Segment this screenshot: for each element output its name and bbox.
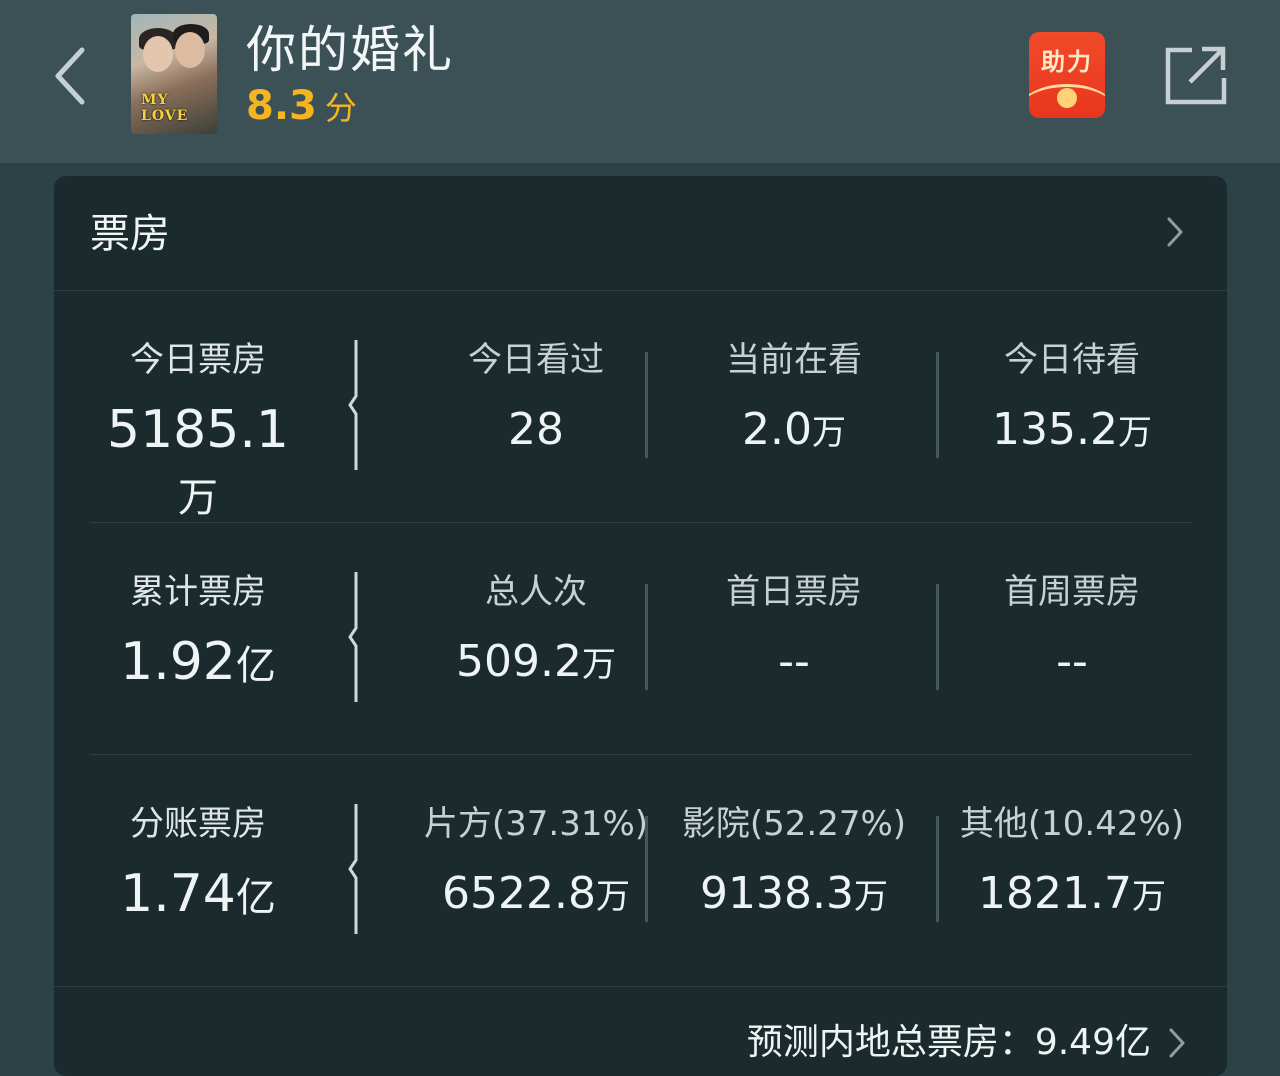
stat-cumulative-box-office: 累计票房 1.92亿: [90, 522, 306, 754]
card-title: 票房: [90, 211, 170, 257]
stat-label: 分账票房: [130, 804, 266, 844]
brace-divider: [348, 804, 358, 934]
boost-button[interactable]: 助力: [1029, 32, 1105, 118]
stat-cinema-share: 影院(52.27%) 9138.3万: [664, 754, 924, 986]
chevron-right-icon: [1167, 217, 1183, 247]
stat-value: 2.0万: [742, 404, 846, 455]
stat-total-admissions: 总人次 509.2万: [408, 522, 664, 754]
box-office-card: 票房 今日票房 5185.1万 今日看过 28 当前在看 2.0万 今日待看 1…: [54, 176, 1227, 1076]
column-divider: [645, 816, 648, 922]
stat-label: 今日看过: [468, 340, 604, 380]
forecast-text: 预测内地总票房：9.49亿: [746, 1022, 1151, 1063]
stat-today-watched: 今日看过 28: [408, 290, 664, 522]
share-button[interactable]: [1164, 44, 1228, 106]
movie-poster[interactable]: MY LOVE: [131, 14, 217, 134]
stat-label: 今日票房: [130, 340, 266, 380]
stat-value: 509.2万: [456, 636, 616, 687]
stat-today-box-office: 今日票房 5185.1万: [90, 290, 306, 522]
brace-divider: [348, 340, 358, 470]
stat-now-watching: 当前在看 2.0万: [664, 290, 924, 522]
poster-title: MY LOVE: [141, 92, 189, 124]
stat-producer-share: 片方(37.31%) 6522.8万: [408, 754, 664, 986]
stat-value: 135.2万: [992, 404, 1152, 455]
chevron-right-icon: [1169, 1028, 1185, 1058]
column-divider: [645, 352, 648, 458]
boost-label: 助力: [1041, 48, 1093, 76]
stat-label: 总人次: [485, 572, 587, 612]
chevron-left-icon: [55, 47, 85, 105]
column-divider: [936, 584, 939, 690]
stat-split-box-office: 分账票房 1.74亿: [90, 754, 306, 986]
share-external-icon: [1165, 46, 1227, 105]
stat-first-day-box-office: 首日票房 --: [664, 522, 924, 754]
stat-label: 片方(37.31%): [423, 804, 649, 844]
stats-row-cumulative: 累计票房 1.92亿 总人次 509.2万 首日票房 -- 首周票房 --: [90, 522, 1192, 755]
stat-label: 累计票房: [130, 572, 266, 612]
stat-value: 1821.7万: [978, 868, 1166, 919]
stat-label: 首日票房: [726, 572, 862, 612]
stat-value: 1.92亿: [120, 632, 276, 692]
brace-divider: [348, 572, 358, 702]
rating-unit: 分: [324, 89, 357, 127]
stats-row-split: 分账票房 1.74亿 片方(37.31%) 6522.8万 影院(52.27%)…: [90, 754, 1192, 986]
stat-today-want-to-watch: 今日待看 135.2万: [952, 290, 1192, 522]
stat-other-share: 其他(10.42%) 1821.7万: [952, 754, 1192, 986]
stat-label: 当前在看: [726, 340, 862, 380]
column-divider: [645, 584, 648, 690]
header-bar: MY LOVE 你的婚礼 8.3 分 助力: [0, 0, 1280, 163]
stat-value: 28: [508, 404, 564, 455]
stat-value: 5185.1万: [107, 400, 289, 521]
stat-value: 9138.3万: [700, 868, 888, 919]
rating-value: 8.3: [246, 83, 317, 129]
stat-value: 6522.8万: [442, 868, 630, 919]
back-button[interactable]: [40, 38, 100, 114]
stat-label: 今日待看: [1004, 340, 1140, 380]
stat-label: 其他(10.42%): [959, 804, 1185, 844]
movie-rating: 8.3 分: [246, 82, 357, 138]
movie-title: 你的婚礼: [246, 21, 454, 79]
stat-first-week-box-office: 首周票房 --: [952, 522, 1192, 754]
box-office-header[interactable]: 票房: [54, 176, 1227, 291]
forecast-link[interactable]: 预测内地总票房：9.49亿: [54, 986, 1227, 1067]
column-divider: [936, 816, 939, 922]
stat-label: 影院(52.27%): [681, 804, 907, 844]
stat-value: 1.74亿: [120, 864, 276, 924]
column-divider: [936, 352, 939, 458]
stats-row-today: 今日票房 5185.1万 今日看过 28 当前在看 2.0万 今日待看 135.…: [90, 290, 1192, 523]
stat-value: --: [778, 636, 810, 687]
stat-value: --: [1056, 636, 1088, 687]
stat-label: 首周票房: [1004, 572, 1140, 612]
